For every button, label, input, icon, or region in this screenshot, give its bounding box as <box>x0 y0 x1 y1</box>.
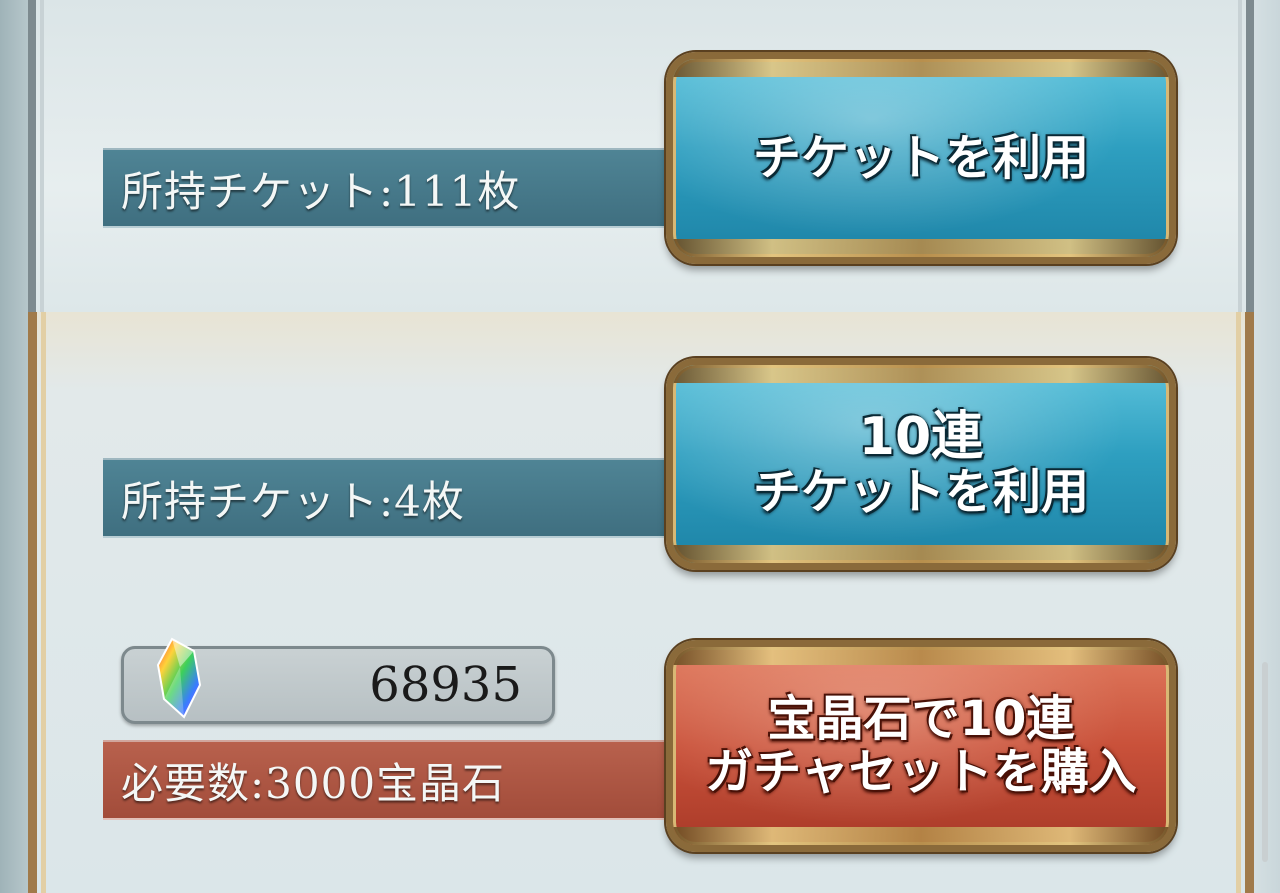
use-ticket-button[interactable]: チケットを利用 <box>666 52 1176 264</box>
gem-balance-box: 68935 <box>121 637 555 724</box>
gem-balance-value: 68935 <box>369 657 522 713</box>
use-ten-ticket-button[interactable]: 10連 チケットを利用 <box>666 358 1176 570</box>
owned-ten-ticket-count-label: 所持チケット:4枚 <box>121 476 465 526</box>
buy-ten-draw-line1: 宝晶石で10連 <box>767 691 1075 748</box>
crystal-icon <box>156 637 202 719</box>
owned-ticket-count-label: 所持チケット:111枚 <box>121 166 521 216</box>
use-ten-ticket-line2: チケットを利用 <box>752 464 1089 521</box>
owned-ticket-count-bar: 所持チケット:111枚 <box>103 148 703 228</box>
buy-ten-draw-line2: ガチャセットを購入 <box>705 744 1137 800</box>
required-gems-label: 必要数:3000宝晶石 <box>121 758 506 808</box>
owned-ten-ticket-count-bar: 所持チケット:4枚 <box>103 458 703 538</box>
use-ten-ticket-line1: 10連 <box>858 407 984 467</box>
scrollbar[interactable] <box>1262 662 1268 862</box>
use-ticket-button-label: チケットを利用 <box>752 129 1089 186</box>
buy-ten-draw-set-button[interactable]: 宝晶石で10連 ガチャセットを購入 <box>666 640 1176 852</box>
required-gems-bar: 必要数:3000宝晶石 <box>103 740 703 820</box>
